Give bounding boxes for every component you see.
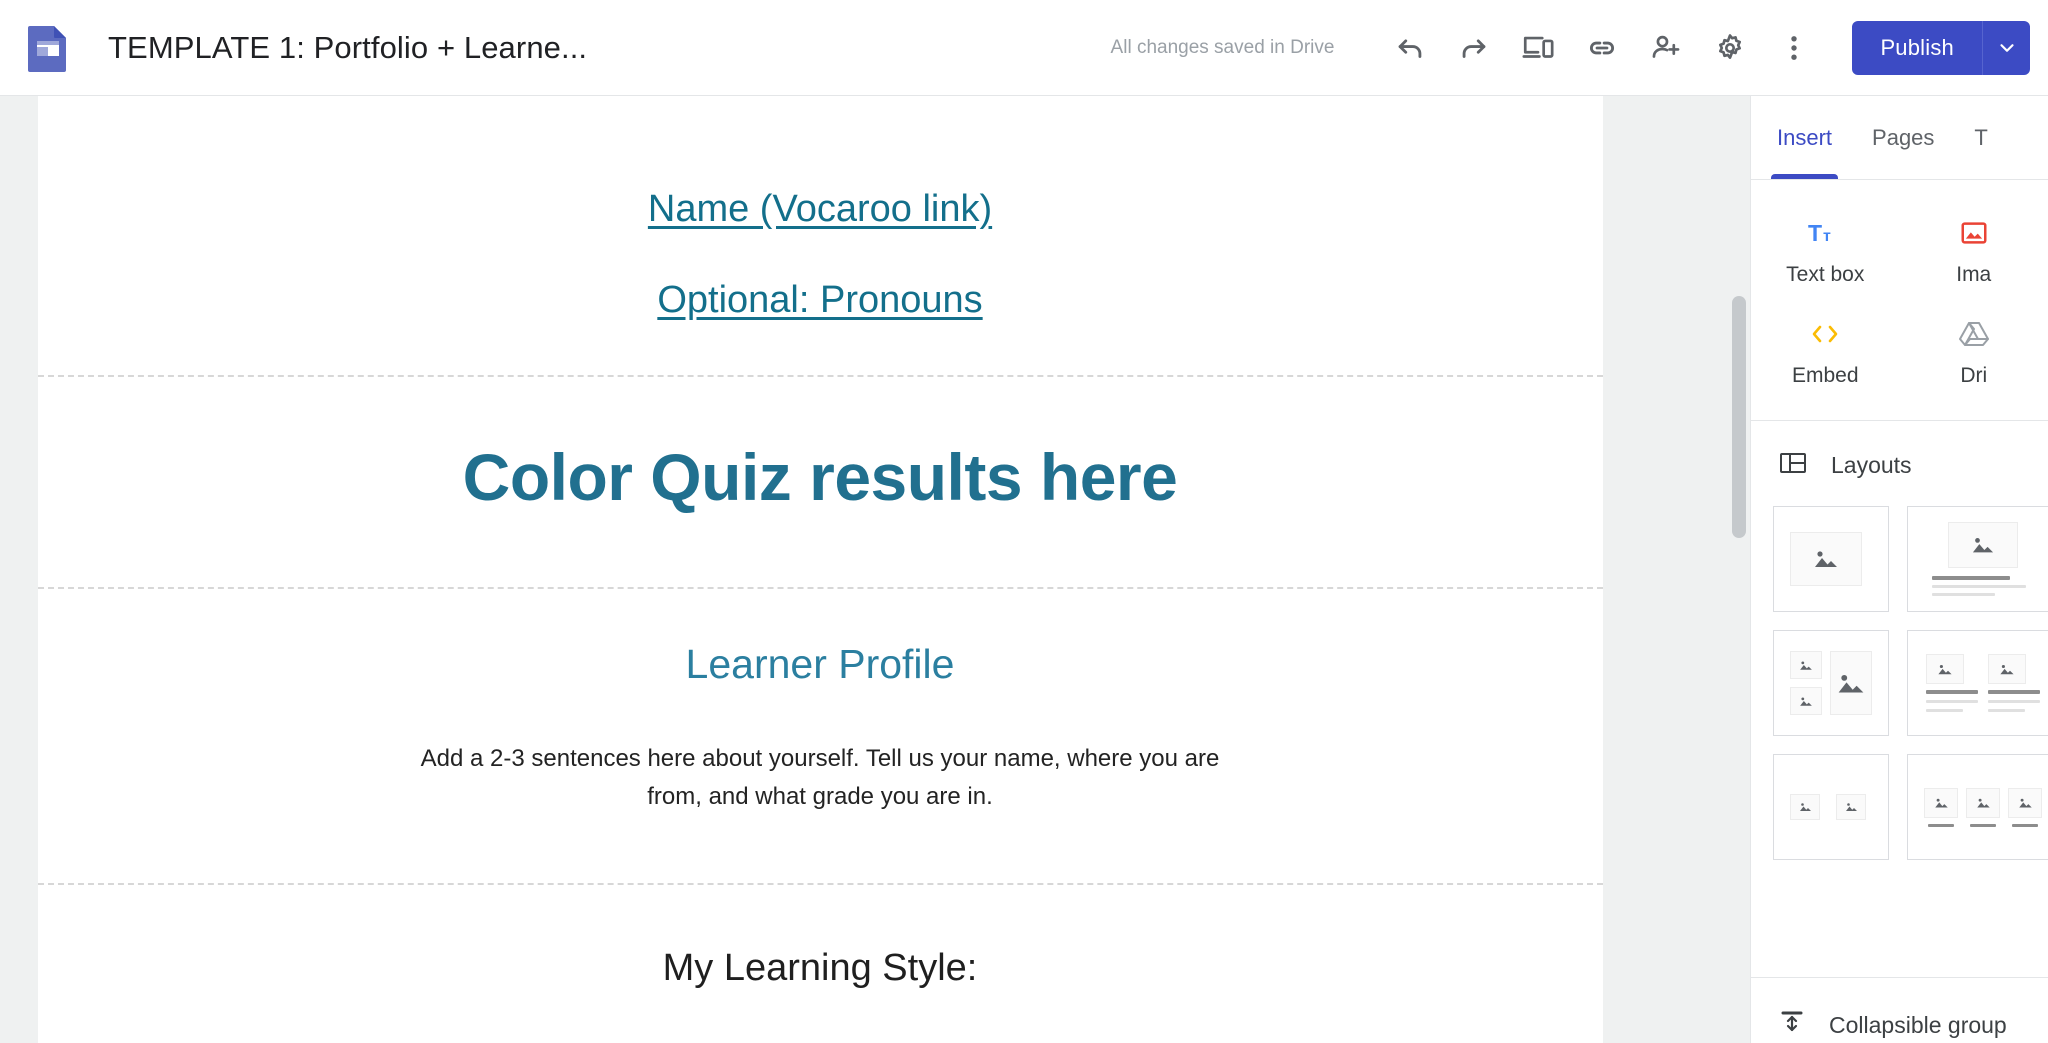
section-learner-profile[interactable]: Learner Profile Add a 2-3 sentences here…: [37, 589, 1603, 886]
insert-embed-label: Embed: [1791, 364, 1859, 387]
publish-dropdown-chevron-down-icon[interactable]: [1982, 21, 2030, 75]
layout-image-left-text-right[interactable]: [1773, 506, 1889, 612]
insert-drive-label: Dri: [1960, 364, 1988, 387]
image-icon: [1959, 216, 1989, 250]
section-links[interactable]: Name (Vocaroo link) Optional: Pronouns: [37, 96, 1603, 377]
scrollbar-thumb[interactable]: [1732, 296, 1746, 538]
insert-drive[interactable]: Dri: [1900, 307, 2048, 398]
layouts-icon: [1779, 451, 1807, 480]
learner-profile-body: Add a 2-3 sentences here about yourself.…: [420, 744, 1220, 811]
publish-group: Publish: [1852, 21, 2030, 75]
insert-panel: Insert Pages T T т Text box Ima Embed Dr…: [1750, 96, 2048, 1043]
more-vertical-icon[interactable]: [1762, 16, 1826, 80]
collapsible-group-label: Collapsible group: [1829, 1012, 2007, 1038]
insert-text-box-label: Text box: [1786, 263, 1865, 286]
publish-button[interactable]: Publish: [1852, 21, 1982, 75]
tab-insert[interactable]: Insert: [1757, 96, 1852, 179]
layouts-grid: [1751, 500, 2048, 882]
section-title[interactable]: Color Quiz results here: [37, 377, 1603, 589]
svg-text:т: т: [1823, 228, 1831, 245]
header-toolbar: Publish: [1378, 16, 2030, 80]
insert-image-label: Ima: [1956, 263, 1992, 286]
svg-text:T: T: [1808, 220, 1822, 246]
google-drive-icon: [1958, 317, 1990, 351]
panel-tabs: Insert Pages T: [1751, 96, 2048, 180]
insert-items-grid: T т Text box Ima Embed Dri: [1751, 180, 2048, 421]
collapsible-group-row[interactable]: Collapsible group: [1751, 977, 2048, 1043]
layouts-header: Layouts: [1751, 421, 2048, 500]
vocaroo-name-link[interactable]: Name (Vocaroo link): [38, 184, 1603, 235]
collapsible-group-icon: [1779, 1008, 1805, 1043]
layout-two-image-text-pairs[interactable]: [1773, 754, 1889, 860]
google-sites-editor: TEMPLATE 1: Portfolio + Learne... All ch…: [0, 0, 2048, 1043]
learner-profile-heading: Learner Profile: [685, 640, 955, 687]
layout-three-images-captions[interactable]: [1907, 754, 2048, 860]
preview-devices-icon[interactable]: [1506, 16, 1570, 80]
tab-insert-label: Insert: [1777, 124, 1833, 150]
tab-pages[interactable]: Pages: [1852, 96, 1954, 179]
pronouns-link[interactable]: Optional: Pronouns: [38, 275, 1603, 326]
redo-icon[interactable]: [1442, 16, 1506, 80]
canvas-scrollbar[interactable]: [1728, 96, 1750, 1043]
site-page[interactable]: Name (Vocaroo link) Optional: Pronouns C…: [37, 96, 1603, 1043]
google-sites-logo-icon: [26, 24, 70, 72]
insert-image[interactable]: Ima: [1900, 206, 2048, 297]
text-box-icon: T т: [1808, 216, 1842, 250]
document-title[interactable]: TEMPLATE 1: Portfolio + Learne...: [108, 30, 587, 66]
tab-themes-label: T: [1974, 124, 1988, 150]
gear-icon[interactable]: [1698, 16, 1762, 80]
link-icon[interactable]: [1570, 16, 1634, 80]
editor-body: Name (Vocaroo link) Optional: Pronouns C…: [0, 96, 2048, 1043]
add-person-icon[interactable]: [1634, 16, 1698, 80]
undo-icon[interactable]: [1378, 16, 1442, 80]
tab-pages-label: Pages: [1872, 124, 1935, 150]
layouts-label: Layouts: [1831, 452, 1912, 478]
insert-text-box[interactable]: T т Text box: [1751, 206, 1900, 297]
insert-embed[interactable]: Embed: [1751, 307, 1900, 398]
site-canvas: Name (Vocaroo link) Optional: Pronouns C…: [0, 96, 1750, 1043]
layout-image-top-text-bottom[interactable]: [1907, 506, 2048, 612]
learning-style-heading: My Learning Style:: [662, 947, 978, 990]
editor-header: TEMPLATE 1: Portfolio + Learne... All ch…: [0, 0, 2048, 96]
tab-themes[interactable]: T: [1954, 96, 2007, 179]
page-title: Color Quiz results here: [462, 439, 1178, 514]
layout-two-small-one-large[interactable]: [1773, 630, 1889, 736]
section-learning-style[interactable]: My Learning Style: Visual - I like to se…: [38, 885, 1603, 1043]
layout-two-columns-image-text[interactable]: [1907, 630, 2048, 736]
embed-code-icon: [1807, 317, 1843, 351]
save-status-text: All changes saved in Drive: [1110, 37, 1335, 58]
